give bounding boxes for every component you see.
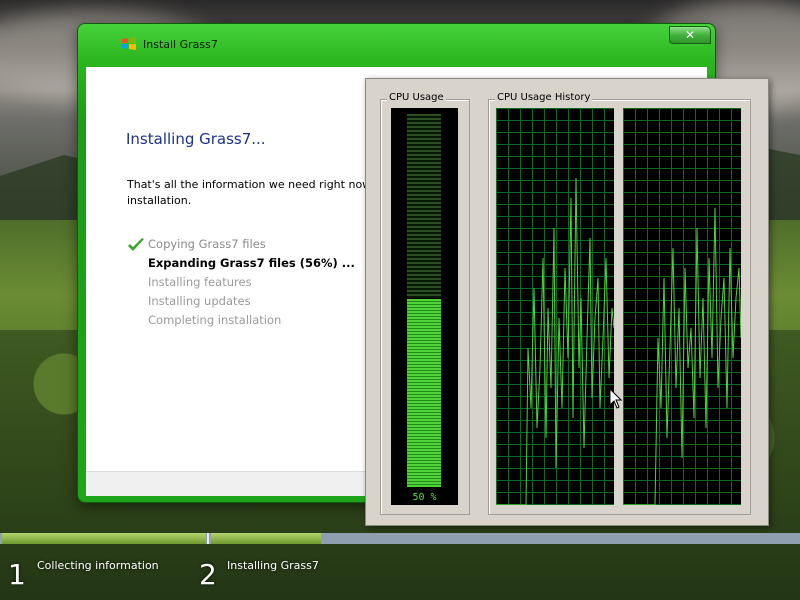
step-copying-files: Copying Grass7 files: [127, 235, 355, 254]
mouse-cursor-icon: [609, 388, 623, 409]
window-title: Install Grass7: [143, 38, 218, 51]
stage-number: 2: [199, 558, 217, 591]
cpu-history-graph-core-1: [496, 108, 614, 505]
cpu-usage-value: 50 %: [412, 492, 437, 503]
cpu-usage-title: CPU Usage: [387, 92, 446, 103]
step-installing-features: Installing features: [127, 273, 355, 292]
install-heading: Installing Grass7...: [126, 130, 266, 148]
setup-progress-bar: [0, 533, 800, 544]
cpu-history-graph-core-2: [623, 108, 741, 505]
meter-empty-portion: [407, 114, 441, 298]
description-line-1: That's all the information we need right…: [127, 178, 374, 191]
step-label: Expanding Grass7 files (56%) ...: [148, 256, 355, 270]
install-steps: Copying Grass7 files Expanding Grass7 fi…: [127, 235, 355, 330]
stage-label: Installing Grass7: [227, 559, 319, 572]
step-label: Installing updates: [148, 294, 251, 308]
description-line-2: installation.: [127, 194, 192, 207]
stage-number: 1: [8, 558, 26, 591]
windows-logo-icon: [122, 37, 136, 50]
step-completing-installation: Completing installation: [127, 311, 355, 330]
history-line-core-2: [623, 207, 741, 505]
step-expanding-files: Expanding Grass7 files (56%) ...: [127, 254, 355, 273]
cpu-usage-meter: 50 %: [391, 108, 458, 505]
step-label: Copying Grass7 files: [148, 237, 266, 251]
step-installing-updates: Installing updates: [127, 292, 355, 311]
progress-divider: [207, 533, 209, 544]
cpu-history-title: CPU Usage History: [495, 92, 593, 103]
close-button[interactable]: ✕: [669, 26, 711, 44]
progress-segment-installing: [211, 533, 321, 544]
title-bar[interactable]: Install Grass7 ✕: [78, 24, 715, 64]
meter-fill: [407, 299, 441, 487]
cpu-history-panel: CPU Usage History: [488, 92, 751, 515]
progress-segment-collecting: [2, 533, 206, 544]
cpu-monitor-window[interactable]: CPU Usage 50 % CPU Usage History: [365, 78, 769, 526]
cpu-usage-panel: CPU Usage 50 %: [380, 92, 470, 515]
history-line-core-1: [496, 177, 614, 505]
checkmark-icon: [128, 238, 144, 251]
install-description: That's all the information we need right…: [127, 177, 377, 209]
stage-label: Collecting information: [37, 559, 159, 572]
step-label: Completing installation: [148, 313, 282, 327]
close-icon: ✕: [684, 28, 696, 42]
step-label: Installing features: [148, 275, 252, 289]
